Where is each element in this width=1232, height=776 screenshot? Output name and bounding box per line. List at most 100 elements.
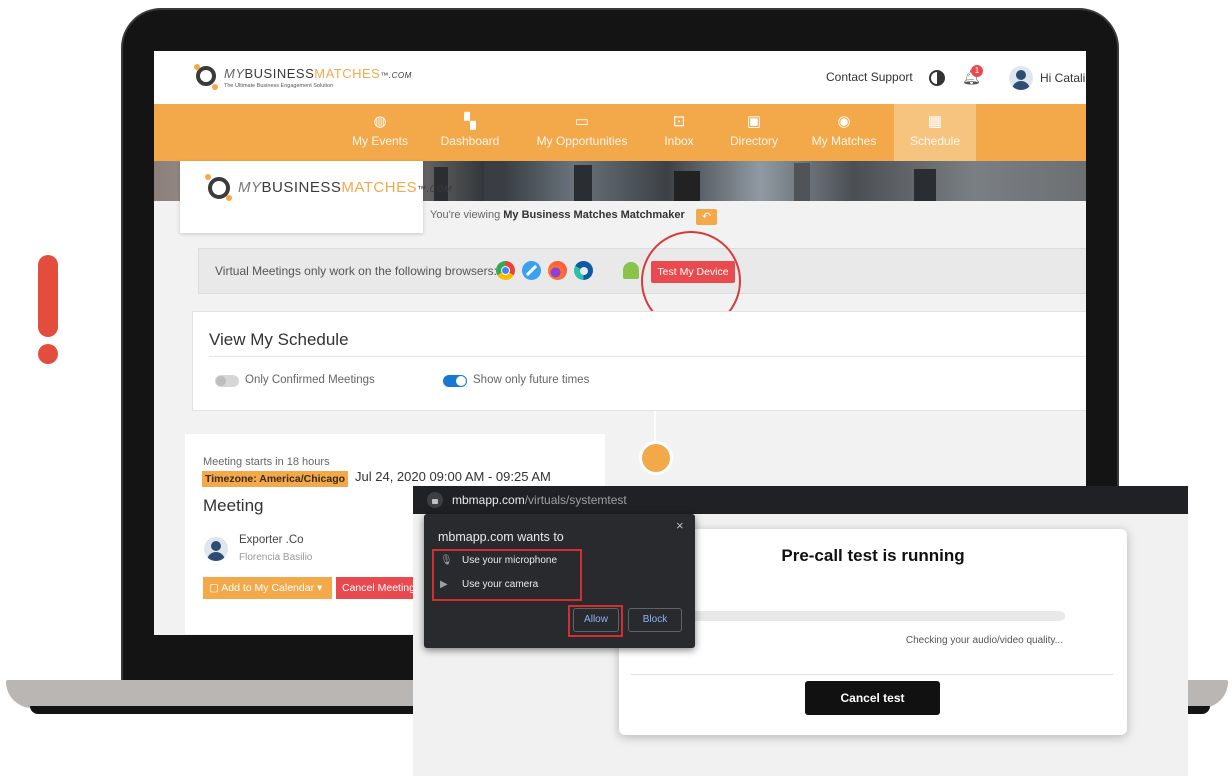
logo-dot-icon [205, 174, 211, 180]
notification-badge: 1 [971, 65, 983, 77]
logo-wordmark: MYBUSINESSMATCHES™.COM [238, 179, 452, 196]
logo-dot-icon [212, 84, 218, 90]
browser-support-text: Virtual Meetings only work on the follow… [215, 264, 497, 278]
globe-icon: ◍ [373, 113, 387, 130]
meeting-title: Meeting [203, 496, 264, 515]
viewing-prefix: You're viewing [430, 209, 501, 221]
add-to-calendar-button[interactable]: ▢ Add to My Calendar ▾ [203, 577, 332, 599]
chrome-center [501, 266, 510, 275]
nav-item-my-events[interactable]: ◍ My Events [344, 104, 416, 161]
logo-dot-icon [226, 195, 232, 201]
url-path: /virtuals/systemtest [524, 493, 627, 507]
nav-item-dashboard[interactable]: ▚ Dashboard [434, 104, 506, 161]
calendar-icon: ▦ [927, 113, 943, 130]
firefox-icon [548, 261, 567, 280]
divider [631, 674, 1113, 675]
exclamation-dot [38, 344, 58, 364]
nav-label: My Events [351, 134, 408, 148]
meeting-time: Jul 24, 2020 09:00 AM - 09:25 AM [355, 469, 551, 484]
logo-my: MY [224, 66, 245, 81]
top-bar: MYBUSINESSMATCHES™.COM The Ultimate Busi… [154, 51, 1086, 104]
precall-dialog: Pre-call test is running Checking your a… [619, 529, 1127, 735]
page-title: View My Schedule [209, 330, 349, 349]
user-greeting[interactable]: Hi Catalin [1040, 71, 1086, 85]
user-head-icon [211, 541, 221, 551]
future-times-label: Show only future times [473, 374, 590, 386]
lock-body [432, 499, 438, 504]
exclamation-icon [38, 255, 58, 337]
event-logo-card: MYBUSINESSMATCHES™.COM [180, 161, 452, 233]
nav-item-directory[interactable]: ▣ Directory [720, 104, 788, 161]
logo-wordmark: MYBUSINESSMATCHES™.COM [224, 66, 412, 81]
safari-icon [522, 261, 541, 280]
viewing-event: My Business Matches Matchmaker [503, 209, 685, 221]
directory-icon: ▣ [746, 113, 762, 130]
timeline-dot [639, 441, 673, 475]
add-calendar-label: Add to My Calendar [221, 582, 315, 594]
inbox-icon: ⊡ [672, 113, 686, 130]
nav-label: Inbox [664, 134, 694, 148]
logo-com: ™.COM [380, 71, 412, 80]
nav-item-my-matches[interactable]: ◉ My Matches [806, 104, 882, 161]
permission-popup: mbmapp.com wants to × 🎙︎ Use your microph… [424, 514, 695, 648]
address-bar[interactable]: mbmapp.com/virtuals/systemtest [413, 486, 1188, 514]
avatar[interactable] [1009, 66, 1033, 90]
logo-business: BUSINESS [261, 179, 342, 196]
person-name: Florencia Basilio [239, 552, 313, 563]
future-times-toggle[interactable] [443, 375, 467, 387]
schedule-card: View My Schedule Only Confirmed Meetings… [192, 311, 1086, 411]
logo-matches: MATCHES [341, 179, 418, 196]
logo-matches: MATCHES [314, 66, 381, 81]
block-button[interactable]: Block [628, 608, 682, 632]
nav-label: My Opportunities [536, 134, 628, 148]
logo-dot-icon [194, 64, 200, 70]
back-arrow-button[interactable]: ↶ [696, 209, 717, 225]
caret-down-icon: ▾ [314, 582, 323, 594]
calendar-icon: ▢ [209, 582, 222, 594]
user-body-icon [207, 552, 225, 561]
safari-needle [525, 264, 538, 277]
logo-business: BUSINESS [244, 66, 315, 81]
cancel-meeting-button[interactable]: Cancel Meeting [336, 577, 420, 599]
chrome-icon [496, 261, 515, 280]
logo-tagline: The Ultimate Business Engagement Solutio… [224, 83, 334, 89]
nav-label: Dashboard [440, 134, 500, 148]
logo-my: MY [238, 179, 262, 196]
contrast-icon[interactable] [929, 70, 945, 86]
main-nav: ◍ My Events ▚ Dashboard ▭ My Opportunities … [154, 104, 1086, 161]
nav-label: Schedule [909, 134, 961, 148]
nav-item-my-opportunities[interactable]: ▭ My Opportunities [530, 104, 634, 161]
user-head-icon [1016, 70, 1026, 80]
nav-item-schedule[interactable]: ▦ Schedule [894, 104, 976, 161]
timezone-badge: Timezone: America/Chicago [202, 471, 349, 487]
edge-swirl [580, 267, 588, 275]
toggle-knob [456, 376, 466, 386]
brand-logo[interactable]: MYBUSINESSMATCHES™.COM The Ultimate Busi… [194, 64, 411, 94]
android-icon [623, 262, 639, 279]
allow-highlight [568, 605, 623, 637]
logo-com: ™.COM [417, 184, 453, 194]
permission-title: mbmapp.com wants to [438, 530, 564, 544]
lock-icon[interactable] [427, 492, 443, 508]
cancel-test-button[interactable]: Cancel test [805, 681, 940, 715]
edge-icon [574, 261, 593, 280]
user-body-icon [1012, 81, 1030, 90]
nav-label: Directory [729, 134, 778, 148]
avatar [204, 537, 228, 561]
precall-progress-bar [689, 611, 1065, 621]
dashboard-icon: ▚ [464, 113, 476, 130]
permissions-highlight [432, 549, 582, 601]
company-name: Exporter .Co [239, 534, 304, 546]
confirmed-only-label: Only Confirmed Meetings [245, 374, 375, 386]
user-icon: ◉ [837, 113, 851, 130]
url-text[interactable]: mbmapp.com/virtuals/systemtest [452, 493, 627, 507]
close-icon[interactable]: × [676, 518, 684, 533]
meeting-countdown: Meeting starts in 18 hours [203, 456, 330, 468]
contact-support-link[interactable]: Contact Support [826, 70, 913, 84]
toggle-knob [216, 376, 226, 386]
url-domain: mbmapp.com [452, 493, 525, 507]
nav-item-inbox[interactable]: ⊡ Inbox [650, 104, 708, 161]
nav-label: My Matches [811, 134, 877, 148]
confirmed-only-toggle[interactable] [215, 375, 239, 387]
divider [209, 356, 1086, 357]
